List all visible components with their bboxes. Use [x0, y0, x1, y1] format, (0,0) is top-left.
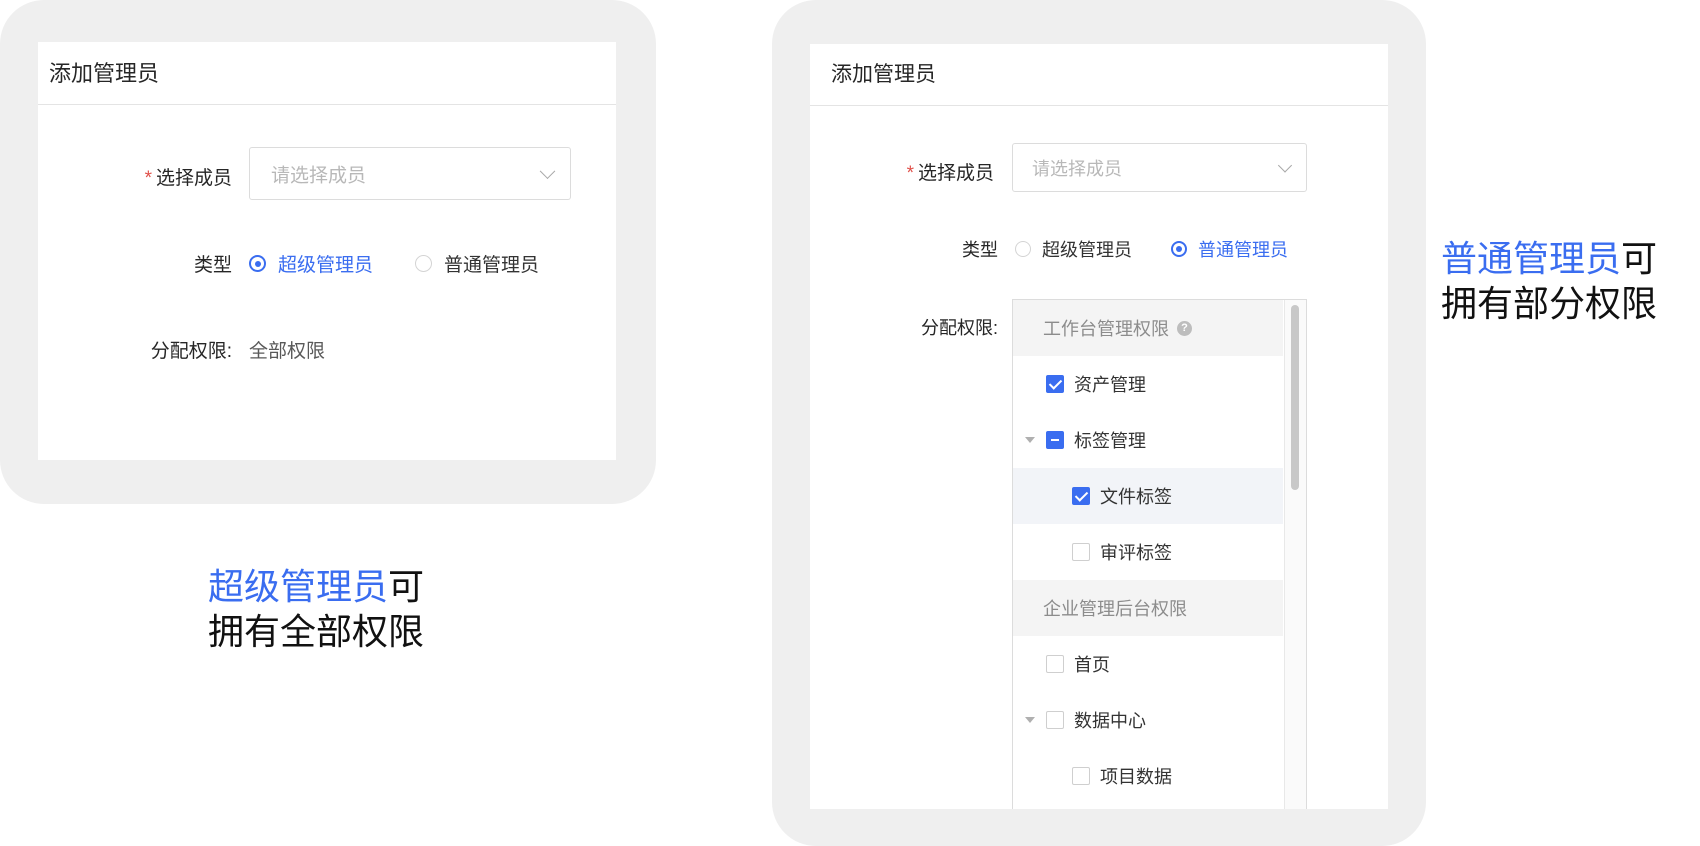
radio-super-admin[interactable]: 超级管理员: [1015, 236, 1132, 262]
tree-item-file-tag[interactable]: 文件标签: [1013, 468, 1283, 524]
permissions-value: 全部权限: [249, 341, 326, 362]
member-select[interactable]: 请选择成员: [249, 147, 571, 200]
chevron-down-icon: [539, 162, 556, 179]
tree-item-review-tag[interactable]: 审评标签: [1013, 524, 1283, 580]
radio-label: 普通管理员: [444, 255, 540, 276]
type-radio-group: 超级管理员 普通管理员: [249, 250, 539, 277]
radio-normal-admin[interactable]: 普通管理员: [415, 250, 539, 277]
member-select-placeholder: 请选择成员: [1032, 158, 1122, 179]
tree-item-label: 审评标签: [1100, 543, 1172, 563]
required-mark: *: [906, 163, 914, 184]
tree-item-label: 标签管理: [1074, 431, 1146, 451]
radio-dot-icon: [415, 255, 433, 272]
tree-item-project-data[interactable]: 项目数据: [1013, 748, 1283, 804]
caption-accent: 超级管理员: [208, 566, 389, 607]
checkbox-unchecked-icon[interactable]: [1072, 767, 1090, 785]
checkbox-unchecked-icon[interactable]: [1072, 543, 1090, 561]
radio-dot-icon: [1171, 241, 1187, 257]
caption-normal-admin: 普通管理员可 拥有部分权限: [1441, 236, 1657, 326]
tree-item-tag-management[interactable]: 标签管理: [1013, 412, 1283, 468]
checkbox-checked-icon[interactable]: [1046, 375, 1064, 393]
checkbox-unchecked-icon[interactable]: [1046, 711, 1064, 729]
caret-down-icon[interactable]: [1025, 437, 1035, 443]
dialog-title: 添加管理员: [810, 44, 1388, 106]
member-label-text: 选择成员: [155, 168, 232, 189]
caption-text: 可: [388, 566, 425, 607]
checkbox-checked-icon[interactable]: [1072, 487, 1090, 505]
type-label: 类型: [962, 240, 998, 260]
tree-group-label: 工作台管理权限: [1043, 319, 1169, 339]
member-select[interactable]: 请选择成员: [1012, 143, 1307, 192]
radio-dot-icon: [249, 255, 266, 272]
caption-text: 可: [1621, 238, 1658, 279]
tree-scrollbar-thumb[interactable]: [1291, 305, 1299, 490]
caption-super-admin: 超级管理员可 拥有全部权限: [208, 564, 424, 654]
permissions-label: 分配权限:: [150, 341, 232, 362]
tree-group-label: 企业管理后台权限: [1043, 599, 1187, 619]
tree-group-enterprise-admin: 企业管理后台权限: [1013, 580, 1283, 636]
radio-dot-icon: [1015, 241, 1031, 257]
member-label: * 选择成员: [136, 163, 232, 190]
permissions-label: 分配权限:: [920, 318, 998, 338]
dialog-title: 添加管理员: [38, 42, 616, 105]
permission-tree: 工作台管理权限 ? 资产管理 标签管理 文件标签 审评标签 企业管理后台权限 首…: [1012, 299, 1307, 809]
tree-scrollbar[interactable]: [1284, 300, 1306, 809]
member-label-text: 选择成员: [917, 163, 994, 184]
member-select-placeholder: 请选择成员: [271, 165, 367, 186]
tree-item-label: 项目数据: [1100, 767, 1172, 787]
type-radio-group: 超级管理员 普通管理员: [1015, 236, 1288, 262]
radio-label: 超级管理员: [1042, 240, 1132, 260]
tree-item-asset-management[interactable]: 资产管理: [1013, 356, 1283, 412]
caption-line2: 拥有全部权限: [208, 611, 425, 652]
caption-accent: 普通管理员: [1441, 238, 1622, 279]
tree-item-label: 数据中心: [1074, 711, 1146, 731]
checkbox-unchecked-icon[interactable]: [1046, 655, 1064, 673]
tree-item-label: 资产管理: [1074, 375, 1146, 395]
radio-label: 普通管理员: [1198, 240, 1288, 260]
caret-down-icon[interactable]: [1025, 717, 1035, 723]
radio-super-admin[interactable]: 超级管理员: [249, 250, 373, 277]
tree-item-home[interactable]: 首页: [1013, 636, 1283, 692]
type-label: 类型: [193, 255, 232, 276]
chevron-down-icon: [1277, 157, 1293, 173]
tree-item-label: 文件标签: [1100, 487, 1172, 507]
radio-normal-admin[interactable]: 普通管理员: [1171, 236, 1288, 262]
tree-group-workbench: 工作台管理权限 ?: [1013, 300, 1283, 356]
caption-line2: 拥有部分权限: [1441, 283, 1658, 324]
tree-item-data-center[interactable]: 数据中心: [1013, 692, 1283, 748]
radio-label: 超级管理员: [278, 255, 374, 276]
help-icon[interactable]: ?: [1177, 320, 1192, 336]
checkbox-indeterminate-icon[interactable]: [1046, 431, 1064, 449]
required-mark: *: [144, 168, 152, 189]
member-label: * 选择成员: [900, 158, 994, 185]
tree-item-label: 首页: [1074, 655, 1110, 675]
